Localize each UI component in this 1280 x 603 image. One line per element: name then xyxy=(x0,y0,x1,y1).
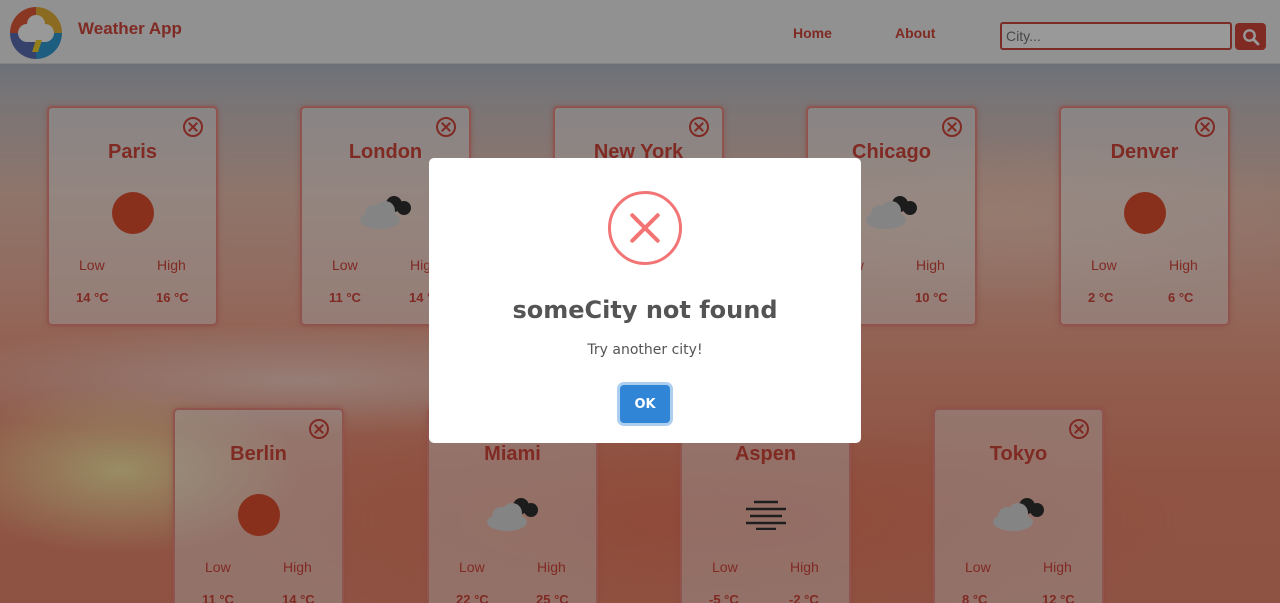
ok-button[interactable]: OK xyxy=(620,385,670,423)
dialog-title: someCity not found xyxy=(512,296,778,324)
error-icon xyxy=(608,191,682,265)
dialog-message: Try another city! xyxy=(587,342,703,358)
error-dialog: someCity not found Try another city! OK xyxy=(429,158,861,443)
